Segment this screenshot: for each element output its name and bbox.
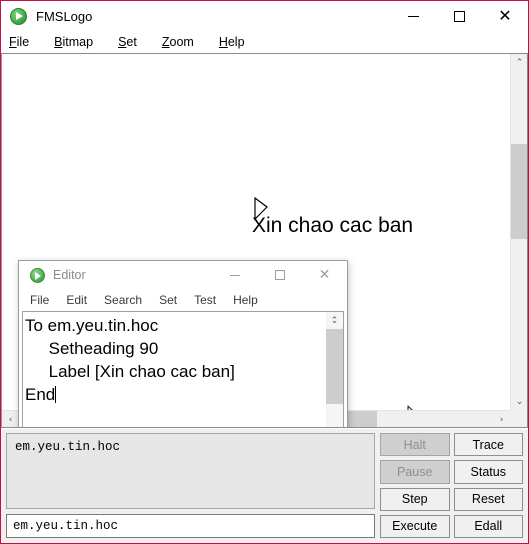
editor-menu-edit[interactable]: Edit: [66, 293, 87, 307]
turtle-arrow-icon: [254, 197, 268, 221]
editor-title: Editor: [53, 268, 86, 282]
menu-file-label: ile: [16, 35, 30, 49]
maximize-button[interactable]: [436, 1, 482, 31]
editor-logo-icon: [30, 267, 45, 283]
close-button[interactable]: ✕: [482, 1, 528, 31]
editor-close-button[interactable]: ✕: [302, 261, 347, 289]
editor-titlebar[interactable]: Editor ✕: [19, 261, 347, 289]
edall-button[interactable]: Edall: [453, 514, 523, 538]
editor-vscroll-thumb[interactable]: [326, 329, 343, 404]
minimize-icon: [229, 274, 240, 276]
pause-button[interactable]: Pause: [380, 460, 450, 484]
menu-set[interactable]: Set: [118, 35, 137, 49]
fmslogo-logo-icon: [10, 7, 27, 25]
editor-maximize-button[interactable]: [257, 261, 302, 289]
reset-button[interactable]: Reset: [453, 487, 523, 511]
editor-menubar: File Edit Search Set Test Help: [19, 289, 347, 311]
trace-button[interactable]: Trace: [453, 433, 523, 457]
commander-left-column: em.yeu.tin.hoc em.yeu.tin.hoc: [6, 433, 375, 538]
editor-menu-set[interactable]: Set: [159, 293, 177, 307]
scroll-up-icon[interactable]: ⌃: [511, 54, 527, 71]
commander-panel: em.yeu.tin.hoc em.yeu.tin.hoc Halt Trace…: [1, 428, 528, 543]
editor-menu-file[interactable]: File: [30, 293, 49, 307]
canvas-vertical-scrollbar[interactable]: ⌃ ⌄: [510, 54, 527, 410]
main-titlebar: FMSLogo ✕: [1, 1, 528, 31]
menu-help-label: elp: [227, 35, 245, 49]
minimize-icon: [407, 15, 419, 17]
scroll-left-icon[interactable]: ‹: [2, 411, 19, 427]
scroll-down-icon[interactable]: ⌄: [511, 393, 527, 410]
menu-file[interactable]: File: [9, 35, 29, 49]
commander-input[interactable]: em.yeu.tin.hoc: [6, 514, 375, 538]
editor-scroll-down-icon[interactable]: ⌄: [326, 312, 343, 329]
minimize-button[interactable]: [390, 1, 436, 31]
editor-vertical-scrollbar[interactable]: ⌃ ⌄: [326, 312, 343, 427]
menu-bitmap-label: itmap: [62, 35, 94, 49]
window-controls: ✕: [390, 1, 528, 31]
commander-buttons: Halt Trace Pause Status Step Reset Execu…: [380, 433, 523, 538]
canvas-label-text: Xin chao cac ban: [252, 214, 414, 237]
fmslogo-main-window: FMSLogo ✕ File Bitmap Set Zoom Help Xin …: [0, 0, 529, 544]
maximize-icon: [274, 270, 285, 280]
editor-text-area-container[interactable]: To em.yeu.tin.hoc Setheading 90 Label [X…: [22, 311, 344, 427]
editor-code-text[interactable]: To em.yeu.tin.hoc Setheading 90 Label [X…: [23, 312, 326, 427]
editor-window[interactable]: Editor ✕ File Edit Search Set Test Help …: [18, 260, 348, 427]
maximize-icon: [453, 10, 465, 22]
menu-bitmap[interactable]: Bitmap: [54, 35, 93, 49]
menu-zoom-label: oom: [169, 35, 194, 49]
text-caret: [55, 386, 57, 403]
scroll-right-icon[interactable]: ›: [493, 411, 510, 427]
editor-menu-help[interactable]: Help: [233, 293, 258, 307]
close-icon: ✕: [498, 6, 512, 25]
editor-code-content: To em.yeu.tin.hoc Setheading 90 Label [X…: [25, 316, 235, 404]
menu-help[interactable]: Help: [219, 35, 245, 49]
menu-file-accel: F: [9, 35, 17, 49]
step-button[interactable]: Step: [380, 487, 450, 511]
commander-history[interactable]: em.yeu.tin.hoc: [6, 433, 375, 509]
menu-zoom-accel: Z: [161, 35, 170, 49]
graphics-canvas-area[interactable]: Xin chao cac ban ⌃ ⌄ ‹ › Editor ✕ File E…: [1, 53, 528, 428]
menu-zoom[interactable]: Zoom: [162, 35, 194, 49]
halt-button[interactable]: Halt: [380, 433, 450, 457]
execute-button[interactable]: Execute: [380, 514, 450, 538]
menu-bitmap-accel: B: [54, 35, 63, 49]
editor-minimize-button[interactable]: [212, 261, 257, 289]
scrollbar-corner: [510, 410, 527, 427]
main-menubar: File Bitmap Set Zoom Help: [1, 31, 528, 53]
editor-window-controls: ✕: [212, 261, 347, 289]
menu-set-label: et: [126, 35, 137, 49]
editor-menu-test[interactable]: Test: [194, 293, 216, 307]
canvas-vscroll-thumb[interactable]: [511, 144, 527, 239]
close-icon: ✕: [318, 267, 331, 283]
status-button[interactable]: Status: [453, 460, 523, 484]
menu-help-accel: H: [218, 35, 228, 49]
app-title: FMSLogo: [36, 8, 93, 24]
editor-menu-search[interactable]: Search: [104, 293, 142, 307]
